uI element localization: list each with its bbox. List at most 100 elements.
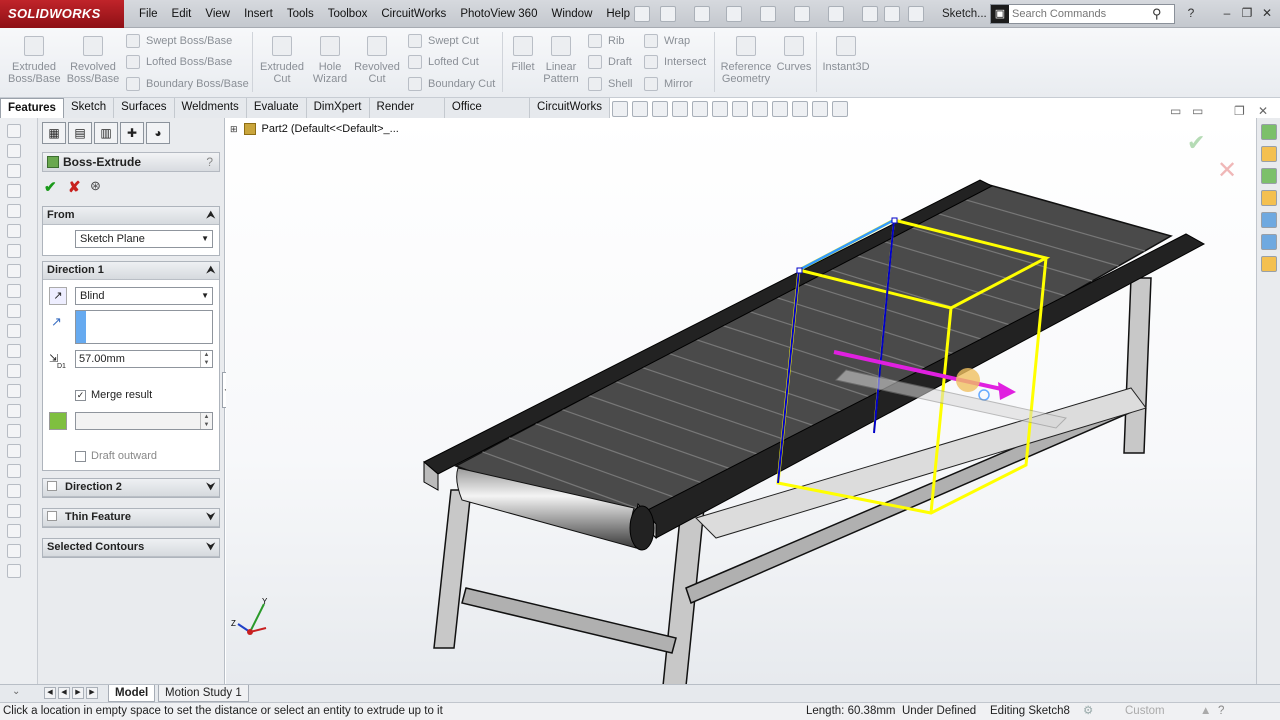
display-relations-icon[interactable] xyxy=(7,504,21,518)
new-document-icon[interactable] xyxy=(660,6,676,22)
prev-tab-icon[interactable]: ◀ xyxy=(58,687,70,699)
menu-photoview[interactable]: PhotoView 360 xyxy=(453,0,544,28)
open-icon[interactable] xyxy=(694,6,710,22)
view-close-icon[interactable]: ✕ xyxy=(1258,104,1268,118)
trim-icon[interactable] xyxy=(7,384,21,398)
tab-circuitworks[interactable]: CircuitWorks xyxy=(530,98,610,118)
solidworks-logo[interactable]: SOLIDWORKS xyxy=(0,0,124,28)
zoom-to-area-icon[interactable] xyxy=(632,101,648,117)
unit-system[interactable]: Custom xyxy=(1125,703,1165,720)
direction2-group[interactable]: Direction 2 ⮟ xyxy=(42,478,220,498)
options-icon[interactable] xyxy=(908,6,924,22)
search-mode-icon[interactable]: ▣ xyxy=(991,5,1009,23)
rib-button[interactable]: Rib xyxy=(588,34,625,48)
tab-evaluate[interactable]: Evaluate xyxy=(247,98,307,118)
search-input[interactable] xyxy=(1012,8,1152,20)
line-icon[interactable] xyxy=(7,164,21,178)
draft-on-off-icon[interactable] xyxy=(49,412,67,430)
revolved-boss-button[interactable]: Revolved Boss/Base xyxy=(66,36,120,85)
boundary-cut-button[interactable]: Boundary Cut xyxy=(408,77,495,91)
swept-cut-button[interactable]: Swept Cut xyxy=(408,34,479,48)
confirm-cancel-icon[interactable]: ✕ xyxy=(1217,156,1237,185)
rectangle-icon[interactable] xyxy=(7,184,21,198)
restore-icon[interactable]: ❐ xyxy=(1238,5,1256,21)
menu-help[interactable]: Help xyxy=(599,0,637,28)
tab-surfaces[interactable]: Surfaces xyxy=(114,98,175,118)
reference-geometry-button[interactable]: Reference Geometry xyxy=(718,36,774,85)
pin-icon[interactable] xyxy=(634,6,650,22)
tab-render-tools[interactable]: Render Tools xyxy=(370,98,445,132)
expand-icon[interactable]: ⮟ xyxy=(207,539,216,556)
minimize-icon[interactable]: – xyxy=(1218,5,1236,21)
extruded-cut-button[interactable]: Extruded Cut xyxy=(258,36,306,85)
menu-edit[interactable]: Edit xyxy=(165,0,199,28)
design-library-icon[interactable] xyxy=(1261,168,1277,184)
ok-button[interactable]: ✔ xyxy=(44,178,57,196)
draft-button[interactable]: Draft xyxy=(588,55,632,69)
menu-view[interactable]: View xyxy=(198,0,237,28)
view-restore-icon[interactable]: ❐ xyxy=(1234,104,1245,118)
selected-contours-group[interactable]: Selected Contours ⮟ xyxy=(42,538,220,558)
direction2-header[interactable]: Direction 2 ⮟ xyxy=(43,479,219,497)
linear-pattern-button[interactable]: Linear Pattern xyxy=(540,36,582,85)
thin-feature-checkbox[interactable] xyxy=(47,511,57,521)
linear-sketch-pattern-icon[interactable] xyxy=(7,464,21,478)
direction-selection-box[interactable] xyxy=(75,310,213,344)
property-manager-tab-icon[interactable]: ▤ xyxy=(68,122,92,144)
previous-view-icon[interactable] xyxy=(652,101,668,117)
close-icon[interactable]: ✕ xyxy=(1258,5,1276,21)
undo-icon[interactable] xyxy=(794,6,810,22)
shell-button[interactable]: Shell xyxy=(588,77,632,91)
apply-scene-icon[interactable] xyxy=(792,101,808,117)
hole-wizard-button[interactable]: Hole Wizard xyxy=(308,36,352,85)
polygon-icon[interactable] xyxy=(7,244,21,258)
display-manager-tab-icon[interactable]: ◕ xyxy=(146,122,170,144)
reverse-direction-icon[interactable]: ↗ xyxy=(49,287,67,305)
tab-features[interactable]: Features xyxy=(0,98,64,118)
zoom-to-fit-icon[interactable] xyxy=(612,101,628,117)
units-dropdown-icon[interactable]: ▲ xyxy=(1200,703,1211,720)
intersect-button[interactable]: Intersect xyxy=(644,55,706,69)
convert-entities-icon[interactable] xyxy=(7,404,21,418)
collapse-icon[interactable]: ⮝ xyxy=(207,207,216,224)
tab-model[interactable]: Model xyxy=(108,685,156,702)
fillet-sketch-icon[interactable] xyxy=(7,304,21,318)
ellipse-icon[interactable] xyxy=(7,284,21,298)
direction1-header[interactable]: Direction 1 ⮝ xyxy=(43,262,219,280)
point-icon[interactable] xyxy=(7,364,21,378)
confirm-ok-icon[interactable]: ✔ xyxy=(1187,130,1205,156)
menu-insert[interactable]: Insert xyxy=(237,0,280,28)
appearances-icon[interactable] xyxy=(1261,234,1277,250)
view-palette-icon[interactable] xyxy=(1261,212,1277,228)
move-entities-icon[interactable] xyxy=(7,484,21,498)
tab-weldments[interactable]: Weldments xyxy=(175,98,247,118)
first-tab-icon[interactable]: ◀ xyxy=(44,687,56,699)
menu-toolbox[interactable]: Toolbox xyxy=(321,0,375,28)
solidworks-resources-icon[interactable] xyxy=(1261,124,1277,140)
search-icon[interactable]: ⚲ xyxy=(1152,6,1162,22)
revolved-cut-button[interactable]: Revolved Cut xyxy=(354,36,400,85)
text-icon[interactable] xyxy=(7,344,21,358)
save-icon[interactable] xyxy=(726,6,742,22)
tab-sketch[interactable]: Sketch xyxy=(64,98,115,118)
last-tab-icon[interactable]: ▶ xyxy=(86,687,98,699)
detailed-preview-icon[interactable]: ⊛ xyxy=(90,178,101,194)
spline-icon[interactable] xyxy=(7,264,21,278)
expand-tree-icon[interactable]: ⊞ xyxy=(230,124,238,135)
rapid-sketch-icon[interactable] xyxy=(7,564,21,578)
merge-result-checkbox[interactable]: ✓ Merge result xyxy=(75,389,152,401)
custom-properties-icon[interactable] xyxy=(1261,256,1277,272)
direction2-checkbox[interactable] xyxy=(47,481,57,491)
feature-tree-flyout[interactable]: ⊞ Part2 (Default<<Default>_... xyxy=(230,123,399,135)
chevron-down-icon[interactable]: ⌄ xyxy=(12,686,20,697)
spin-buttons[interactable]: ▲ ▼ xyxy=(200,351,212,367)
expand-icon[interactable]: ⮟ xyxy=(207,509,216,526)
menu-circuitworks[interactable]: CircuitWorks xyxy=(374,0,453,28)
thin-feature-header[interactable]: Thin Feature ⮟ xyxy=(43,509,219,527)
repair-sketch-icon[interactable] xyxy=(7,524,21,538)
sketch-tool-icon[interactable] xyxy=(7,124,21,138)
lofted-boss-button[interactable]: Lofted Boss/Base xyxy=(126,55,232,69)
curves-button[interactable]: Curves xyxy=(776,36,812,73)
configuration-manager-tab-icon[interactable]: ▥ xyxy=(94,122,118,144)
help-button[interactable]: ? xyxy=(206,153,213,171)
